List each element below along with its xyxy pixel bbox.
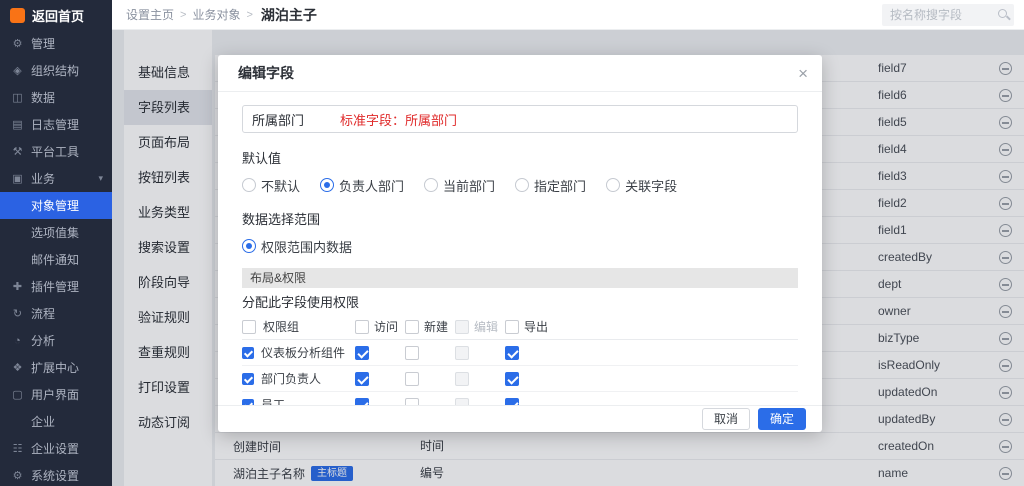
create-checkbox[interactable] — [405, 398, 419, 406]
assign-permission-label: 分配此字段使用权限 — [242, 292, 798, 314]
create-checkbox[interactable] — [405, 372, 419, 386]
radio-current-dept[interactable]: 当前部门 — [424, 176, 495, 195]
sidebar-item-plugin-management[interactable]: ✚插件管理 — [0, 273, 112, 300]
radio-icon — [242, 178, 256, 192]
ui-icon: ▢ — [11, 388, 24, 401]
modal-footer: 取消 确定 — [218, 405, 822, 432]
database-icon: ◫ — [11, 91, 24, 104]
access-checkbox[interactable] — [355, 346, 369, 360]
modal-header: 编辑字段 × — [218, 55, 822, 92]
radio-icon — [515, 178, 529, 192]
sidebar-item-platform-tools[interactable]: ⚒平台工具 — [0, 138, 112, 165]
sidebar-item-log-management[interactable]: ▤日志管理 — [0, 111, 112, 138]
breadcrumb-business-objects[interactable]: 业务对象 — [192, 6, 240, 23]
confirm-button[interactable]: 确定 — [758, 408, 806, 430]
create-all-checkbox[interactable] — [405, 320, 419, 334]
edit-checkbox — [455, 372, 469, 386]
access-checkbox[interactable] — [355, 372, 369, 386]
flow-icon: ↻ — [11, 307, 24, 320]
radio-related-field[interactable]: 关联字段 — [606, 176, 677, 195]
edit-checkbox — [455, 398, 469, 406]
main-sidebar: 返回首页 ⚙管理 ◈组织结构 ◫数据 ▤日志管理 ⚒平台工具 ▣业务▾ 对象管理… — [0, 0, 112, 486]
radio-specified-dept[interactable]: 指定部门 — [515, 176, 586, 195]
data-scope-label: 数据选择范围 — [242, 209, 798, 228]
radio-icon — [424, 178, 438, 192]
analytics-icon: ◔ — [11, 335, 24, 347]
cancel-button[interactable]: 取消 — [702, 408, 750, 430]
field-name-input[interactable]: 所属部门 标准字段：所属部门 — [242, 105, 798, 133]
standard-field-annotation: 标准字段：所属部门 — [340, 110, 457, 129]
sidebar-item-enterprise-settings[interactable]: ☷企业设置 — [0, 435, 112, 462]
page-title: 湖泊主子 — [261, 5, 317, 25]
radio-permission-scope[interactable]: 权限范围内数据 — [242, 237, 352, 256]
extension-icon: ❖ — [11, 361, 24, 374]
sidebar-item-object-management[interactable]: 对象管理 — [0, 192, 112, 219]
field-name-value: 所属部门 — [252, 110, 304, 129]
sidebar-home-link[interactable]: 返回首页 — [0, 0, 112, 30]
export-all-checkbox[interactable] — [505, 320, 519, 334]
permission-row: 员工 — [242, 392, 798, 405]
create-checkbox[interactable] — [405, 346, 419, 360]
sidebar-item-email-notification[interactable]: 邮件通知 — [0, 246, 112, 273]
system-settings-icon: ⚙ — [11, 469, 24, 482]
row-select-checkbox[interactable] — [242, 373, 254, 385]
sidebar-item-enterprise[interactable]: 企业 — [0, 408, 112, 435]
chevron-down-icon: ▾ — [98, 173, 103, 184]
permission-table-header: 权限组 访问 新建 编辑 导出 — [242, 314, 798, 340]
select-all-checkbox[interactable] — [242, 320, 256, 334]
logs-icon: ▤ — [11, 118, 24, 131]
radio-no-default[interactable]: 不默认 — [242, 176, 300, 195]
sidebar-item-org-structure[interactable]: ◈组织结构 — [0, 57, 112, 84]
edit-field-modal: 编辑字段 × 所属部门 标准字段：所属部门 默认值 不默认 负责人部门 当前部门… — [218, 55, 822, 432]
edit-all-checkbox — [455, 320, 469, 334]
org-icon: ◈ — [11, 64, 24, 77]
breadcrumb-settings-home[interactable]: 设置主页 — [126, 6, 174, 23]
modal-title: 编辑字段 — [238, 65, 294, 81]
gear-icon: ⚙ — [11, 37, 24, 50]
radio-icon — [320, 178, 334, 192]
sidebar-item-user-interface[interactable]: ▢用户界面 — [0, 381, 112, 408]
default-value-options: 不默认 负责人部门 当前部门 指定部门 关联字段 — [242, 175, 798, 195]
business-icon: ▣ — [11, 172, 24, 185]
edit-checkbox — [455, 346, 469, 360]
top-header: 设置主页 > 业务对象 > 湖泊主子 — [112, 0, 1024, 30]
field-search — [882, 4, 1014, 26]
sidebar-item-manage[interactable]: ⚙管理 — [0, 30, 112, 57]
row-select-checkbox[interactable] — [242, 347, 254, 359]
sidebar-item-analysis[interactable]: ◔分析 — [0, 327, 112, 354]
export-checkbox[interactable] — [505, 398, 519, 406]
access-checkbox[interactable] — [355, 398, 369, 406]
radio-icon — [606, 178, 620, 192]
search-icon — [998, 9, 1007, 18]
sidebar-item-process[interactable]: ↻流程 — [0, 300, 112, 327]
default-value-label: 默认值 — [242, 148, 798, 167]
search-input[interactable] — [882, 4, 1014, 26]
breadcrumb-separator: > — [180, 9, 186, 21]
permission-row: 仪表板分析组件 — [242, 340, 798, 366]
sidebar-item-system-settings[interactable]: ⚙系统设置 — [0, 462, 112, 486]
plugin-icon: ✚ — [11, 280, 24, 293]
sidebar-item-data[interactable]: ◫数据 — [0, 84, 112, 111]
permission-row: 部门负责人 — [242, 366, 798, 392]
export-checkbox[interactable] — [505, 346, 519, 360]
close-icon[interactable]: × — [798, 55, 808, 92]
export-checkbox[interactable] — [505, 372, 519, 386]
sidebar-home-label: 返回首页 — [32, 6, 84, 25]
enterprise-settings-icon: ☷ — [11, 442, 24, 455]
modal-body: 所属部门 标准字段：所属部门 默认值 不默认 负责人部门 当前部门 指定部门 关… — [218, 92, 822, 405]
data-scope-options: 权限范围内数据 — [242, 236, 798, 256]
sidebar-item-business[interactable]: ▣业务▾ — [0, 165, 112, 192]
app-logo-icon — [10, 8, 25, 23]
row-select-checkbox[interactable] — [242, 399, 254, 406]
radio-owner-dept[interactable]: 负责人部门 — [320, 176, 404, 195]
access-all-checkbox[interactable] — [355, 320, 369, 334]
breadcrumb-separator: > — [246, 9, 252, 21]
layout-permission-section-header: 布局&权限 — [242, 268, 798, 288]
sidebar-item-option-sets[interactable]: 选项值集 — [0, 219, 112, 246]
radio-icon — [242, 239, 256, 253]
sidebar-item-extension-center[interactable]: ❖扩展中心 — [0, 354, 112, 381]
tools-icon: ⚒ — [11, 145, 24, 158]
